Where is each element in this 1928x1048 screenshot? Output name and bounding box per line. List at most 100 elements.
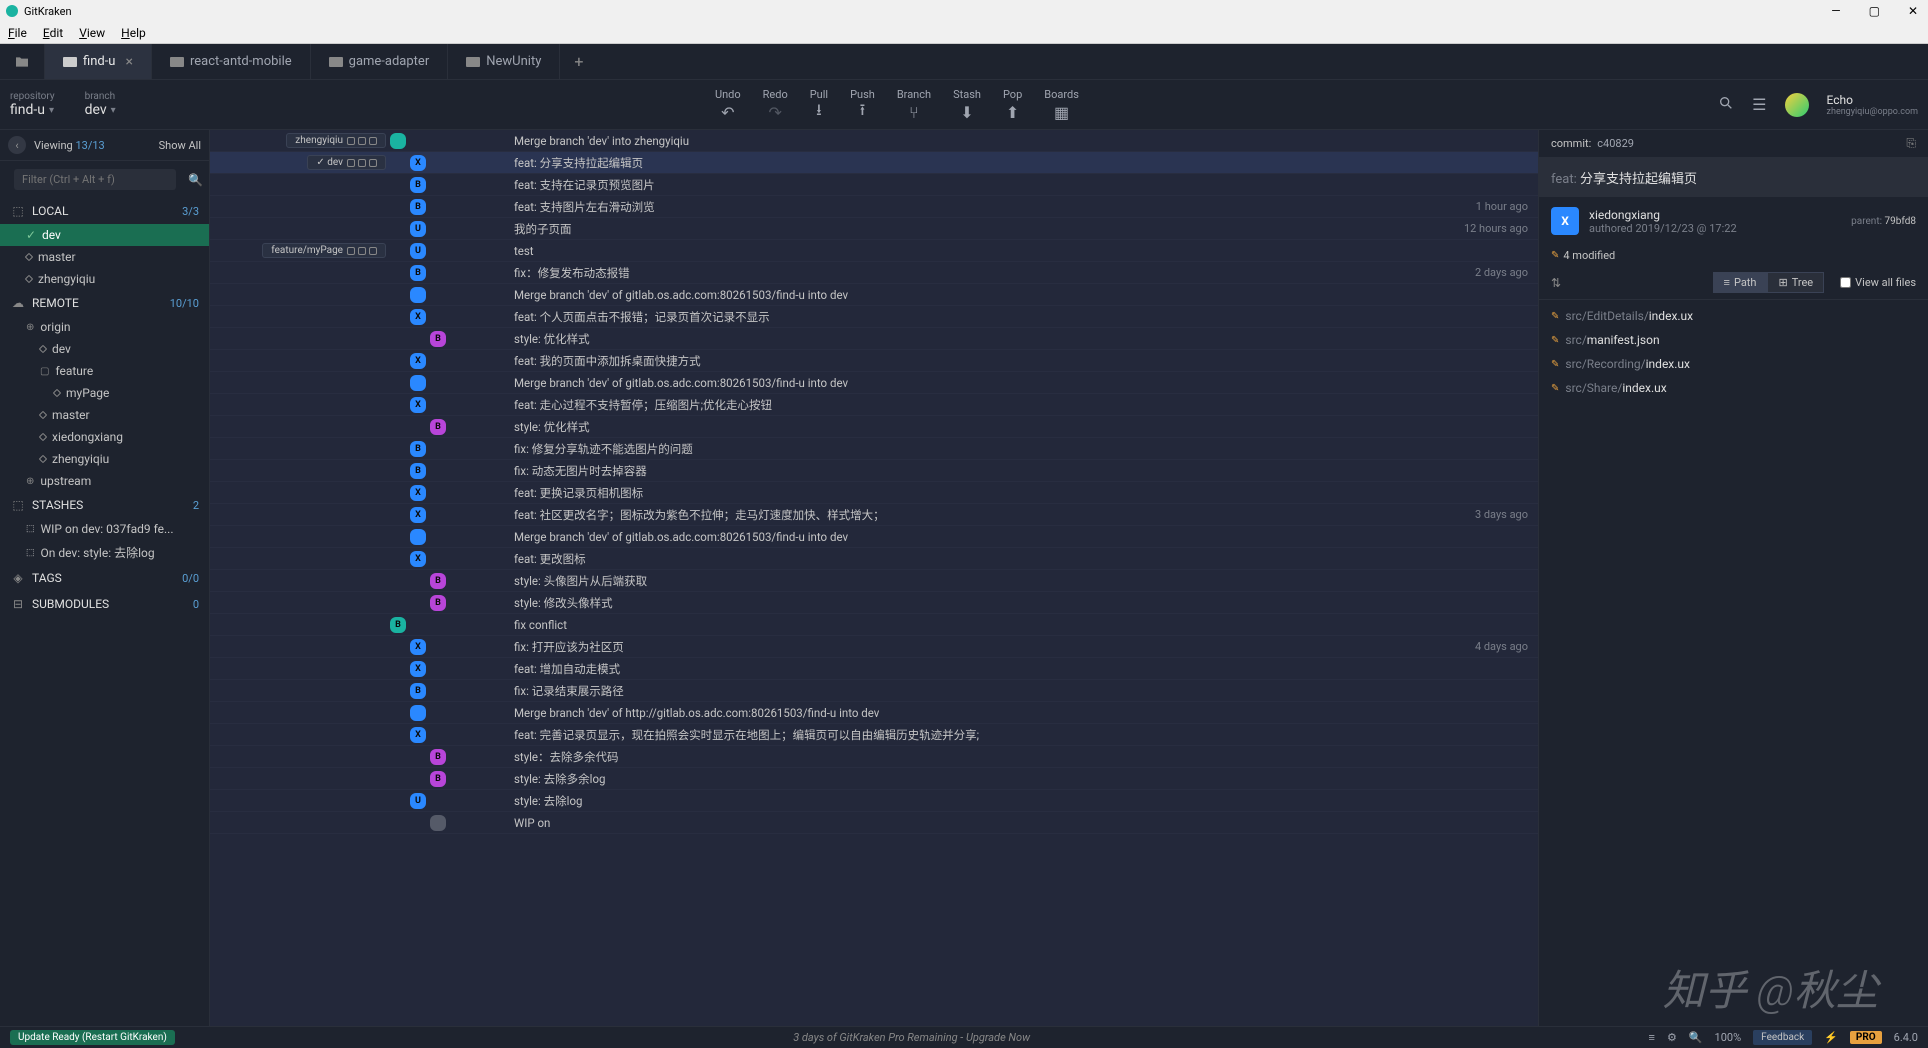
search-icon[interactable]: 🔍 [188,173,203,187]
maximize-button[interactable]: ▢ [1865,4,1884,18]
remote-section[interactable]: ☁ REMOTE 10/10 [0,290,209,316]
commit-row[interactable]: Xfeat: 完善记录页显示，现在拍照会实时显示在地图上；编辑页可以自由编辑历史… [210,724,1538,746]
path-view-button[interactable]: ≡ Path [1713,272,1768,293]
add-tab-button[interactable]: + [560,44,597,79]
remote-branch-dev[interactable]: dev [0,338,209,360]
local-branch-master[interactable]: master [0,246,209,268]
commit-row[interactable]: Bfix：修复发布动态报错2 days ago [210,262,1538,284]
commit-node[interactable]: X [410,397,426,413]
commit-node[interactable]: B [430,419,446,435]
branch-button[interactable]: Branch ⑂ [897,88,931,121]
commit-node[interactable]: B [430,595,446,611]
branch-tag[interactable]: feature/myPage [262,243,386,258]
close-button[interactable]: ✕ [1904,4,1922,18]
commit-node[interactable]: B [410,441,426,457]
commit-node[interactable] [410,287,426,303]
commit-row[interactable]: Xfeat: 增加自动走模式 [210,658,1538,680]
commit-node[interactable]: U [410,243,426,259]
branch-dropdown[interactable]: branch dev ▾ [85,91,116,118]
commit-node[interactable]: U [410,221,426,237]
file-row[interactable]: ✎src/Share/index.ux [1539,376,1928,400]
local-branch-zhengyiqiu[interactable]: zhengyiqiu [0,268,209,290]
view-all-checkbox[interactable] [1840,277,1851,288]
copy-icon[interactable]: ⎘ [1906,136,1916,151]
tab-find-u[interactable]: find-u × [45,44,152,79]
menu-view[interactable]: View [75,26,109,40]
pull-button[interactable]: Pull ⭳ [810,88,828,121]
commit-row[interactable]: Bfix: 动态无图片时去掉容器 [210,460,1538,482]
commit-row[interactable]: Bfeat: 支持图片左右滑动浏览1 hour ago [210,196,1538,218]
stashes-section[interactable]: ⬚ STASHES 2 [0,492,209,518]
commit-node[interactable]: X [410,353,426,369]
commit-row[interactable]: zhengyiqiuMerge branch 'dev' into zhengy… [210,130,1538,152]
tab-react-antd-mobile[interactable]: react-antd-mobile [152,44,311,79]
commit-row[interactable]: Merge branch 'dev' of gitlab.os.adc.com:… [210,284,1538,306]
commit-node[interactable]: B [430,573,446,589]
stash-item[interactable]: ⬚WIP on dev: 037fad9 fe... [0,518,209,540]
branch-tag[interactable]: ✓ dev [307,155,386,170]
menu-help[interactable]: Help [117,26,150,40]
commit-node[interactable]: B [410,463,426,479]
remote-feature-folder[interactable]: ▢feature [0,360,209,382]
local-branch-dev[interactable]: ✓dev [0,224,209,246]
remote-branch-zhengyiqiu[interactable]: zhengyiqiu [0,448,209,470]
commit-node[interactable]: U [410,793,426,809]
settings-button[interactable]: ☰ [1752,95,1766,114]
commit-node[interactable] [410,529,426,545]
commit-row[interactable]: Bstyle: 修改头像样式 [210,592,1538,614]
remote-branch-mypage[interactable]: myPage [0,382,209,404]
commit-row[interactable]: Xfix: 打开应该为社区页4 days ago [210,636,1538,658]
zoom-icon[interactable]: 🔍 [1689,1031,1703,1044]
commit-node[interactable] [410,375,426,391]
commit-node[interactable]: X [410,639,426,655]
user-avatar[interactable] [1785,93,1809,117]
commit-node[interactable]: X [410,507,426,523]
filter-input[interactable] [14,169,176,190]
commit-row[interactable]: Bstyle：去除多余代码 [210,746,1538,768]
commit-row[interactable]: Bfix: 修复分享轨迹不能选图片的问题 [210,438,1538,460]
commit-node[interactable]: B [430,771,446,787]
undo-button[interactable]: Undo ↶ [715,88,741,121]
commit-row[interactable]: feature/myPageUtest [210,240,1538,262]
file-row[interactable]: ✎src/EditDetails/index.ux [1539,304,1928,328]
commit-row[interactable]: Xfeat: 我的页面中添加拆桌面快捷方式 [210,350,1538,372]
commit-row[interactable]: Bfix: 记录结束展示路径 [210,680,1538,702]
pop-button[interactable]: Pop ⬆ [1003,88,1022,121]
commit-node[interactable]: X [410,551,426,567]
commit-node[interactable] [390,133,406,149]
menu-edit[interactable]: Edit [39,26,67,40]
commit-row[interactable]: WIP on [210,812,1538,834]
commit-node[interactable]: X [410,155,426,171]
file-row[interactable]: ✎src/Recording/index.ux [1539,352,1928,376]
update-ready-button[interactable]: Update Ready (Restart GitKraken) [10,1030,175,1045]
branch-tag[interactable]: zhengyiqiu [286,133,386,148]
stash-button[interactable]: Stash ⬇ [953,88,981,121]
menu-file[interactable]: File [4,26,31,40]
commit-row[interactable]: Xfeat: 社区更改名字；图标改为紫色不拉伸；走马灯速度加快、样式增大；3 d… [210,504,1538,526]
commit-node[interactable]: X [410,485,426,501]
commit-row[interactable]: Bfeat: 支持在记录页预览图片 [210,174,1538,196]
commit-node[interactable] [410,705,426,721]
commit-row[interactable]: Merge branch 'dev' of gitlab.os.adc.com:… [210,526,1538,548]
boards-button[interactable]: Boards ▦ [1044,88,1079,121]
push-button[interactable]: Push ⭱ [850,88,875,121]
list-icon[interactable]: ≡ [1649,1031,1655,1044]
commit-row[interactable]: Bstyle: 优化样式 [210,416,1538,438]
commit-row[interactable]: U我的子页面12 hours ago [210,218,1538,240]
upgrade-message[interactable]: 3 days of GitKraken Pro Remaining - Upgr… [175,1031,1649,1044]
commit-node[interactable]: B [410,177,426,193]
commit-node[interactable]: B [390,617,406,633]
redo-button[interactable]: Redo ↷ [763,88,788,121]
commit-row[interactable]: Bfix conflict [210,614,1538,636]
feedback-button[interactable]: Feedback [1753,1030,1812,1045]
show-all-button[interactable]: Show All [159,139,201,152]
commit-row[interactable]: ✓ devXfeat: 分享支持拉起编辑页 [210,152,1538,174]
sort-button[interactable]: ⇅ [1551,276,1561,290]
remote-branch-xiedongxiang[interactable]: xiedongxiang [0,426,209,448]
commit-node[interactable]: B [410,683,426,699]
minimize-button[interactable]: — [1827,4,1844,18]
local-section[interactable]: ⬚ LOCAL 3/3 [0,198,209,224]
tree-view-button[interactable]: ⊞ Tree [1767,272,1824,293]
commit-node[interactable]: X [410,727,426,743]
tab-game-adapter[interactable]: game-adapter [311,44,449,79]
